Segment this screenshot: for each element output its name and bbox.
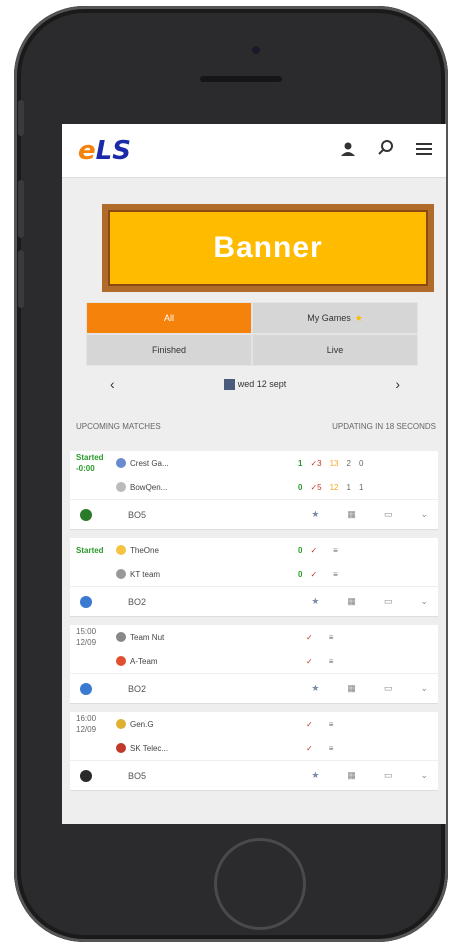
app-logo[interactable]: eLS [78,136,131,166]
team-name[interactable]: SK Telec... [116,743,298,753]
best-of-label: BO5 [128,770,147,781]
team-name[interactable]: Gen.G [116,719,298,729]
team-logo-icon [116,569,126,579]
best-of-label: BO5 [128,509,147,520]
game-icon [80,769,92,782]
match-card[interactable]: 15:00 12/09 Team Nut ✓ ≡ A-Team ✓ ≡ BO2 ★ ▦ ▭ ⌄ [70,625,438,704]
match-footer: BO5 ★ ▦ ▭ ⌄ [70,760,438,790]
favorite-star-icon[interactable]: ★ [311,596,319,607]
team-logo-icon [116,632,126,642]
stream-icon[interactable]: ▭ [384,770,393,781]
match-footer: BO5 ★ ▦ ▭ ⌄ [70,499,438,529]
team-logo-icon [116,719,126,729]
star-icon: ★ [354,312,363,323]
current-date: wed 12 sept [237,379,287,389]
search-icon[interactable] [376,140,396,161]
team-stats: 0 ✓ ≡ [298,545,338,555]
expand-chevron-icon[interactable]: ⌄ [420,770,428,781]
mute-switch[interactable] [18,100,24,136]
home-button[interactable] [214,838,306,930]
stream-icon[interactable]: ▭ [384,509,393,520]
stream-icon[interactable]: ▭ [384,596,393,607]
expand-chevron-icon[interactable]: ⌄ [420,683,428,694]
match-card[interactable]: Started TheOne 0 ✓ ≡ KT team 0 ✓ ≡ BO2 ★ ▦ ▭ ⌄ [70,538,438,617]
favorite-star-icon[interactable]: ★ [311,770,319,781]
match-footer: BO2 ★ ▦ ▭ ⌄ [70,673,438,703]
game-icon [80,508,92,521]
top-bar: eLS [62,124,446,178]
game-icon [80,682,92,695]
volume-down-button[interactable] [18,250,24,308]
app-screen: eLS Banner All My Games ★ Finished Live ‹… [62,124,446,824]
stats-icon[interactable]: ▦ [347,596,356,607]
upcoming-matches-title: UPCOMING MATCHES [76,422,161,431]
stats-icon[interactable]: ▦ [347,770,356,781]
best-of-label: BO2 [128,683,147,694]
team-stats: 1 ✓3 13 2 0 [298,458,364,468]
date-picker[interactable]: wed 12 sept [223,378,287,390]
volume-up-button[interactable] [18,180,24,238]
team-logo-icon [116,458,126,468]
stats-icon[interactable]: ▦ [347,509,356,520]
date-navigator: ‹ wed 12 sept › [62,366,446,402]
section-header: UPCOMING MATCHES UPDATING IN 18 SECONDS [62,422,446,431]
match-time: Started [76,545,104,555]
menu-icon[interactable] [414,140,434,161]
best-of-label: BO2 [128,596,147,607]
user-icon[interactable] [338,140,358,161]
stream-icon[interactable]: ▭ [384,683,393,694]
team-stats: ✓ ≡ [306,743,334,753]
next-day-button[interactable]: › [395,376,400,392]
favorite-star-icon[interactable]: ★ [311,509,319,520]
expand-chevron-icon[interactable]: ⌄ [420,509,428,520]
stats-icon[interactable]: ▦ [347,683,356,694]
prev-day-button[interactable]: ‹ [110,376,115,392]
match-list: Started -0:00 Crest Ga... 1 ✓3 13 2 0 BowQen...… [62,451,446,791]
team-name[interactable]: Team Nut [116,632,298,642]
camera [252,46,260,54]
tab-all[interactable]: All [86,302,252,334]
speaker [200,76,282,82]
match-card[interactable]: 16:00 12/09 Gen.G ✓ ≡ SK Telec... ✓ ≡ BO5 ★ ▦ ▭ ⌄ [70,712,438,791]
team-stats: ✓ ≡ [306,656,334,666]
team-name[interactable]: A-Team [116,656,298,666]
team-stats: 0 ✓ ≡ [298,569,338,579]
update-countdown: UPDATING IN 18 SECONDS [332,422,436,431]
match-time: 15:00 12/09 [76,627,97,647]
match-card[interactable]: Started -0:00 Crest Ga... 1 ✓3 13 2 0 BowQen...… [70,451,438,530]
calendar-icon [223,378,235,390]
team-name[interactable]: BowQen... [116,482,298,492]
match-time: 16:00 12/09 [76,714,97,734]
team-logo-icon [116,482,126,492]
banner-ad[interactable]: Banner [102,204,434,292]
team-stats: ✓ ≡ [306,632,334,642]
team-name[interactable]: Crest Ga... [116,458,298,468]
banner-label: Banner [213,231,323,264]
tab-finished[interactable]: Finished [86,334,252,366]
tab-my-games[interactable]: My Games ★ [252,302,418,334]
game-icon [80,595,92,608]
filter-tabs: All My Games ★ Finished Live [86,302,418,366]
team-name[interactable]: KT team [116,569,298,579]
team-name[interactable]: TheOne [116,545,298,555]
team-stats: 0 ✓5 12 1 1 [298,482,364,492]
tab-live[interactable]: Live [252,334,418,366]
favorite-star-icon[interactable]: ★ [311,683,319,694]
team-logo-icon [116,545,126,555]
team-logo-icon [116,656,126,666]
match-footer: BO2 ★ ▦ ▭ ⌄ [70,586,438,616]
team-stats: ✓ ≡ [306,719,334,729]
team-logo-icon [116,743,126,753]
expand-chevron-icon[interactable]: ⌄ [420,596,428,607]
match-time: Started -0:00 [76,453,104,473]
